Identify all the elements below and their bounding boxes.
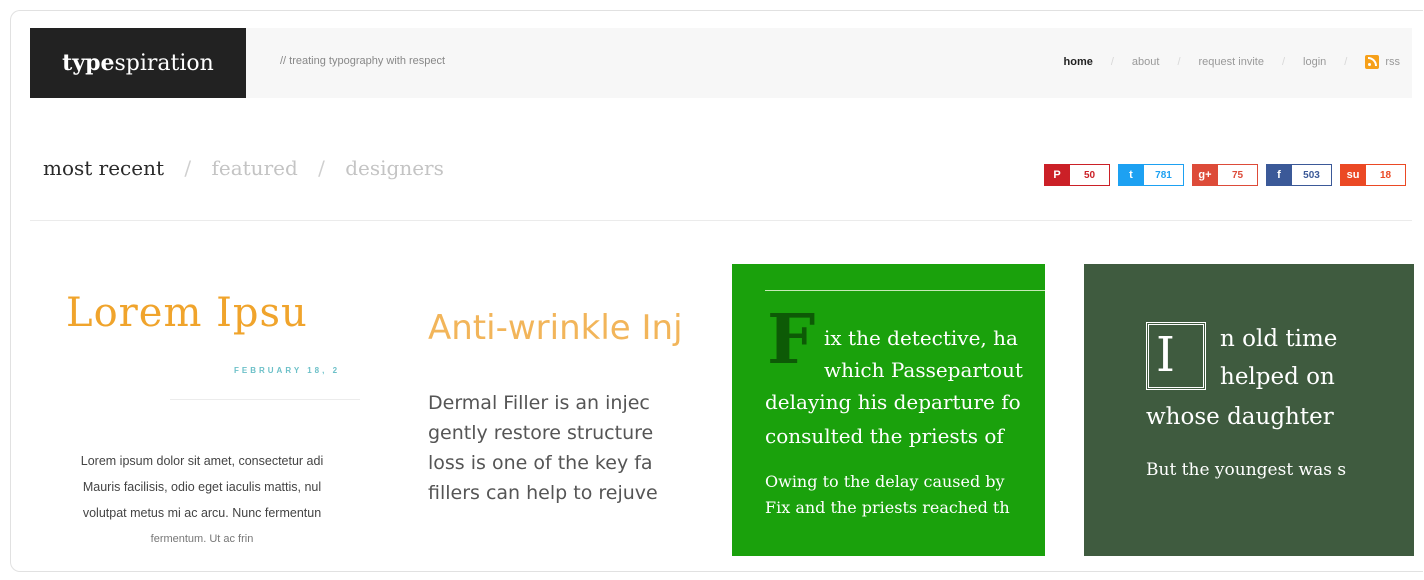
rss-icon[interactable]	[1365, 55, 1380, 69]
share-count: 503	[1292, 164, 1332, 186]
stumbleupon-icon: su	[1340, 164, 1366, 186]
card-date: FEBRUARY 18, 2	[234, 366, 341, 375]
initial-box	[1146, 322, 1206, 390]
logo-bold-text: type	[62, 50, 115, 76]
nav-home[interactable]: home	[1064, 56, 1093, 68]
logo-rest-text: spiration	[114, 51, 214, 76]
card-rule	[765, 290, 1045, 291]
card-line: which Passepartout	[824, 358, 1023, 382]
nav-separator: /	[1344, 56, 1348, 68]
nav-separator: /	[1110, 56, 1114, 68]
tab-separator: /	[184, 156, 192, 180]
nav-separator: /	[1281, 56, 1286, 68]
section-divider	[30, 220, 1412, 221]
top-bar: typespiration // treating typography wit…	[30, 28, 1412, 98]
card-line: helped on	[1220, 364, 1335, 390]
post-card-lorem-ipsum[interactable]: Lorem Ipsu FEBRUARY 18, 2 Lorem ipsum do…	[46, 264, 376, 556]
card-line: fermentum. Ut ac frin	[150, 533, 254, 545]
nav-request-invite[interactable]: request invite	[1199, 56, 1264, 68]
share-button-stumbleupon[interactable]: su 18	[1340, 164, 1406, 186]
nav-about[interactable]: about	[1132, 56, 1160, 68]
tab-separator: /	[318, 156, 325, 180]
card-title: Lorem Ipsu	[66, 290, 308, 336]
share-button-facebook[interactable]: f 503	[1266, 164, 1332, 186]
card-line: delaying his departure fo	[765, 390, 1021, 414]
drop-cap: F	[767, 300, 816, 380]
card-rule	[170, 399, 360, 400]
nav-rss[interactable]: rss	[1385, 56, 1400, 68]
twitter-icon: t	[1118, 164, 1144, 186]
share-count: 781	[1144, 164, 1184, 186]
card-body: Lorem ipsum dolor sit amet, consectetur …	[52, 448, 352, 552]
card-line: Fix and the priests reached th	[765, 498, 1010, 517]
card-line: volutpat metus mi ac arcu. Nunc fermentu…	[82, 506, 322, 520]
card-line: fillers can help to rejuve	[428, 482, 658, 504]
share-buttons: P 50 t 781 g+ 75 f 503 su 18	[1044, 164, 1406, 186]
card-title: Anti-wrinkle Inj	[428, 308, 683, 348]
tagline: // treating typography with respect	[280, 55, 446, 67]
card-line: Mauris facilisis, odio eget iaculis matt…	[82, 480, 322, 494]
nav-separator: /	[1177, 56, 1181, 68]
pinterest-icon: P	[1044, 164, 1070, 186]
facebook-icon: f	[1266, 164, 1292, 186]
post-card-detective[interactable]: F ix the detective, ha which Passepartou…	[732, 264, 1045, 556]
nav-login[interactable]: login	[1303, 56, 1326, 68]
share-button-pinterest[interactable]: P 50	[1044, 164, 1110, 186]
post-card-old-time[interactable]: I n old time helped on whose daughter Bu…	[1084, 264, 1414, 556]
share-count: 75	[1218, 164, 1258, 186]
google-plus-icon: g+	[1192, 164, 1218, 186]
post-card-anti-wrinkle[interactable]: Anti-wrinkle Inj Dermal Filler is an inj…	[414, 264, 712, 556]
card-line: Dermal Filler is an injec	[428, 392, 650, 414]
share-count: 50	[1070, 164, 1110, 186]
share-button-google-plus[interactable]: g+ 75	[1192, 164, 1258, 186]
card-line: Owing to the delay caused by	[765, 472, 1005, 491]
card-line: But the youngest was s	[1146, 460, 1347, 480]
share-button-twitter[interactable]: t 781	[1118, 164, 1184, 186]
tab-most-recent[interactable]: most recent	[43, 156, 164, 180]
card-line: loss is one of the key fa	[428, 452, 653, 474]
main-nav: home / about / request invite / login / …	[1064, 55, 1400, 69]
drop-cap: I	[1156, 327, 1175, 383]
filter-tabs: most recent / featured / designers	[43, 156, 444, 180]
card-line: Lorem ipsum dolor sit amet, consectetur …	[80, 454, 324, 468]
share-count: 18	[1366, 164, 1406, 186]
tab-featured[interactable]: featured	[211, 156, 297, 180]
card-line: whose daughter	[1146, 404, 1334, 430]
card-line: consulted the priests of	[765, 424, 1004, 448]
card-body: Dermal Filler is an injec gently restore…	[428, 388, 658, 508]
card-line: gently restore structure	[428, 422, 654, 444]
tab-designers[interactable]: designers	[345, 156, 444, 180]
card-line: ix the detective, ha	[824, 326, 1018, 350]
card-line: n old time	[1220, 326, 1338, 352]
site-logo[interactable]: typespiration	[30, 28, 246, 98]
